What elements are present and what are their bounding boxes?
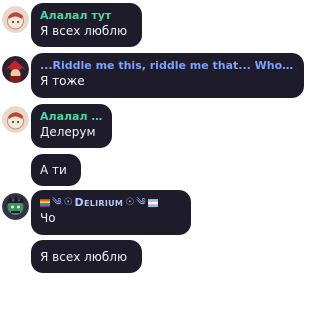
user-avatar[interactable] [2,193,29,220]
swirl-icon: ༄ [52,197,62,208]
user-avatar[interactable] [2,6,29,33]
user-avatar[interactable] [2,56,29,83]
message-author[interactable]: Алалал тут [40,110,103,124]
message-text: Я всех люблю [40,250,128,264]
user-avatar[interactable] [2,106,29,133]
decorated-author-name[interactable]: ༄ ☉ Delirium ☉ ༄ [40,196,182,210]
message-bubble: ༄ ☉ Delirium ☉ ༄ Чо [31,190,191,235]
message-author: Delirium [74,196,124,209]
message-text: Я всех люблю [40,24,128,38]
rainbow-flag-icon [40,199,50,207]
message-bubble: Я всех люблю [31,240,142,273]
message-author[interactable]: ...Riddle me this, riddle me that... Who… [40,59,295,73]
chat-log: Алалал тут Я всех люблю ...Riddle me thi… [0,0,306,320]
message-text: Чо [40,211,56,225]
message-bubble: ...Riddle me this, riddle me that... Who… [31,53,304,98]
trans-flag-icon [147,199,158,207]
swirl-icon: ༄ [136,197,146,208]
message-text: Делерум [40,125,96,139]
message-author[interactable]: Алалал тут [40,9,133,23]
message-text: А ти [40,163,67,177]
ring-icon: ☉ [63,197,73,208]
ring-icon: ☉ [125,197,135,208]
message-bubble: А ти [31,154,81,186]
message-text: Я тоже [40,74,85,88]
message-bubble: Алалал тут Делерум [31,104,112,148]
message-bubble: Алалал тут Я всех люблю [31,3,142,47]
